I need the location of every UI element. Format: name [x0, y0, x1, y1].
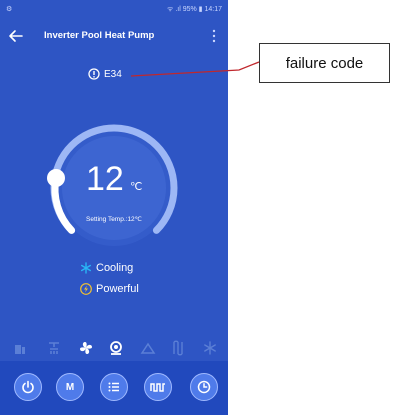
- auto-mode-icon[interactable]: [108, 340, 124, 356]
- back-arrow-icon[interactable]: [8, 28, 24, 44]
- mode-label: Cooling: [96, 262, 134, 274]
- warning-icon: [88, 68, 100, 80]
- bottom-control-bar: M: [0, 361, 228, 415]
- mode-button[interactable]: M: [56, 373, 84, 401]
- timer-schedule-button[interactable]: [144, 373, 172, 401]
- status-bar: ⚙ ᯤ .ıl 95% ▮ 14:17: [0, 0, 228, 18]
- defrost-icon[interactable]: [170, 340, 186, 356]
- dial-handle: [47, 169, 65, 187]
- timer-schedule-icon: [150, 383, 165, 392]
- app-bar: Inverter Pool Heat Pump: [0, 18, 228, 54]
- list-icon: [108, 382, 119, 392]
- mode-label: Powerful: [96, 283, 139, 295]
- callout-label: failure code: [285, 54, 364, 72]
- setting-temperature: Setting Temp.:12℃: [86, 216, 142, 223]
- fault-code: E34: [104, 68, 122, 80]
- heater-icon[interactable]: [12, 340, 28, 356]
- lightning-icon: [80, 283, 92, 295]
- temperature-unit: ℃: [130, 181, 143, 193]
- function-icon-row: [0, 338, 228, 358]
- snowflake-icon: [81, 262, 92, 274]
- mode-button-label: M: [65, 381, 75, 393]
- fault-indicator[interactable]: E34: [88, 68, 122, 80]
- status-left: ⚙: [6, 6, 13, 13]
- clock-button[interactable]: [190, 373, 218, 401]
- mode-powerful: Powerful: [80, 283, 139, 295]
- failure-code-callout: failure code: [259, 43, 390, 83]
- mode-cooling: Cooling: [80, 262, 133, 274]
- phone-screen: ⚙ ᯤ .ıl 95% ▮ 14:17 Inverter Pool Heat P…: [0, 0, 228, 415]
- snowflake-mode-icon[interactable]: [202, 340, 218, 356]
- eco-mode-icon[interactable]: [140, 340, 156, 356]
- more-options-icon[interactable]: [212, 28, 216, 44]
- current-temperature: 12: [86, 160, 124, 198]
- list-button[interactable]: [100, 373, 128, 401]
- power-icon: [22, 380, 34, 394]
- shower-icon[interactable]: [46, 340, 62, 356]
- fan-icon[interactable]: [78, 340, 94, 356]
- power-button[interactable]: [14, 373, 42, 401]
- app-title: Inverter Pool Heat Pump: [44, 30, 155, 41]
- clock-icon: [197, 380, 211, 394]
- status-right: ᯤ .ıl 95% ▮ 14:17: [167, 6, 222, 13]
